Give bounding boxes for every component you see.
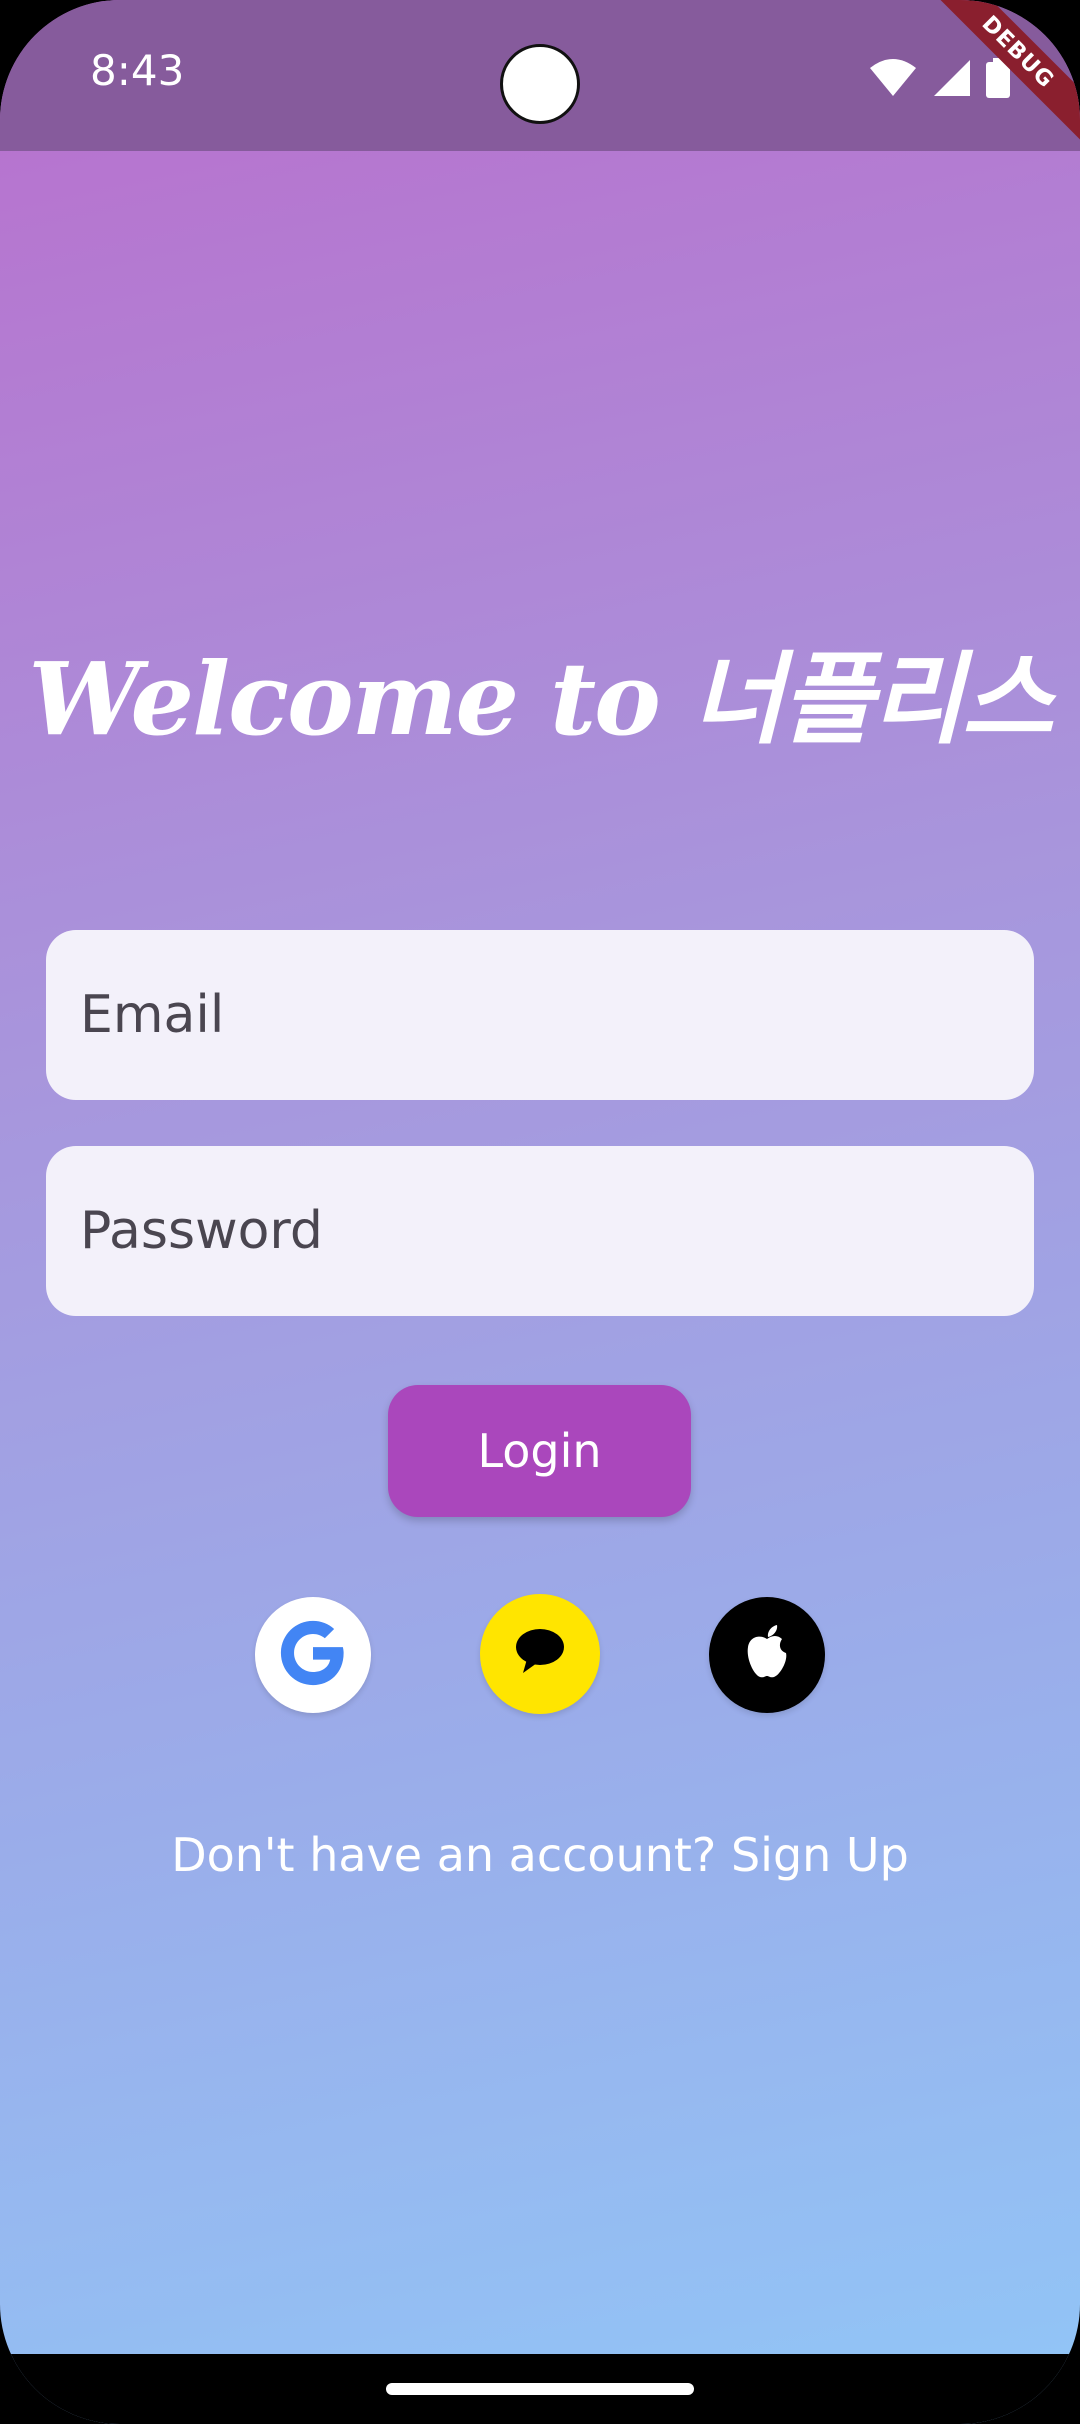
kakao-login-button[interactable] xyxy=(480,1594,600,1714)
status-time: 8:43 xyxy=(90,46,185,95)
apple-login-button[interactable] xyxy=(709,1597,825,1713)
password-field[interactable] xyxy=(46,1146,1034,1316)
app-screen: 8:43 DEBUG Welcome to 너플리스 Email Login D… xyxy=(0,0,1080,2424)
status-bar: 8:43 DEBUG xyxy=(0,0,1080,157)
home-indicator[interactable] xyxy=(386,2383,694,2395)
login-button[interactable]: Login xyxy=(388,1385,691,1517)
kakao-talk-icon xyxy=(513,1627,567,1681)
welcome-title: Welcome to 너플리스 xyxy=(28,640,1053,758)
wifi-icon xyxy=(868,58,918,102)
email-field[interactable] xyxy=(46,930,1034,1100)
google-icon xyxy=(278,1618,348,1692)
google-login-button[interactable] xyxy=(255,1597,371,1713)
apple-icon xyxy=(740,1623,794,1687)
signal-icon xyxy=(932,58,972,102)
camera-cutout xyxy=(500,44,580,124)
status-icons xyxy=(868,58,1010,102)
signup-link[interactable]: Don't have an account? Sign Up xyxy=(0,1828,1080,1882)
